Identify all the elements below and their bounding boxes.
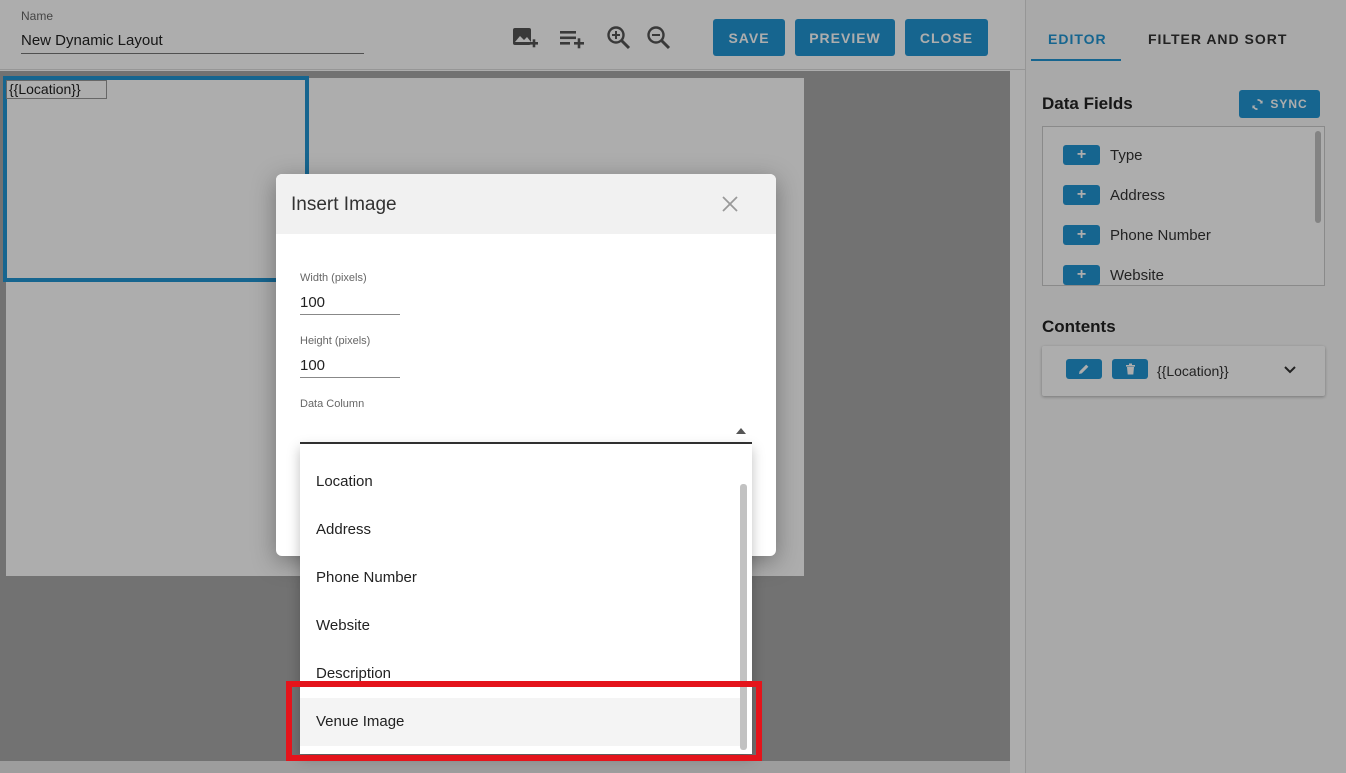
dialog-title: Insert Image: [291, 194, 397, 215]
option-description[interactable]: Description: [300, 650, 740, 698]
dialog-header: Insert Image: [276, 174, 776, 234]
data-column-select[interactable]: [300, 422, 752, 444]
height-label: Height (pixels): [300, 335, 371, 347]
width-input[interactable]: [300, 291, 400, 315]
options-scrollbar[interactable]: [740, 484, 747, 750]
data-column-label: Data Column: [300, 398, 365, 410]
option-website[interactable]: Website: [300, 602, 740, 650]
close-icon[interactable]: [720, 194, 740, 214]
option-venue-image[interactable]: Venue Image: [300, 698, 740, 746]
width-label: Width (pixels): [300, 272, 367, 284]
option-phone-number[interactable]: Phone Number: [300, 554, 740, 602]
data-column-options: Location Address Phone Number Website De…: [300, 444, 752, 754]
option-location[interactable]: Location: [300, 458, 740, 506]
caret-up-icon: [736, 428, 746, 434]
height-input[interactable]: [300, 354, 400, 378]
option-address[interactable]: Address: [300, 506, 740, 554]
